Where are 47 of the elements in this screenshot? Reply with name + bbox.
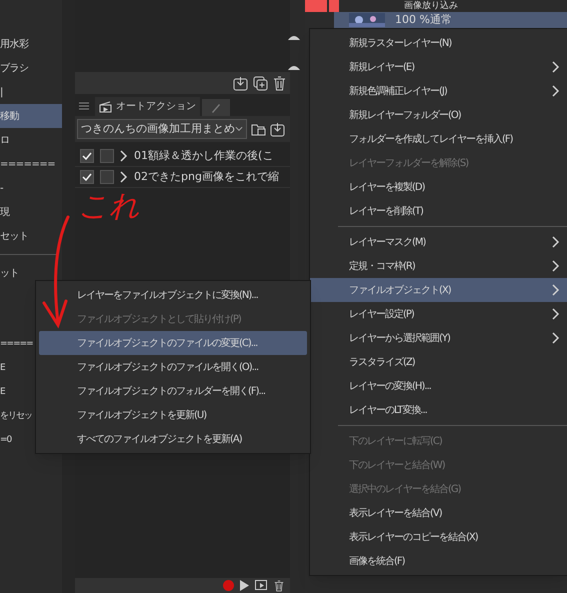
tool-item[interactable]: ロ (0, 128, 10, 152)
menu-item[interactable]: レイヤーマスク(M) (310, 230, 567, 254)
tool-item[interactable]: ット (0, 261, 19, 285)
action-label[interactable]: 01額緑＆透かし作業の後(こ (134, 148, 274, 164)
tool-item[interactable]: をリセッ (0, 405, 32, 429)
tool-item[interactable]: E (0, 357, 5, 381)
action-set-dropdown[interactable]: つきのんちの画像加工用まとめ (77, 119, 247, 139)
menu-item[interactable]: 表示レイヤーを結合(V) (310, 501, 567, 525)
action-label[interactable]: 02できたpng画像をこれで縮 (134, 168, 279, 186)
layer-row[interactable]: 100 %通常 (334, 12, 567, 28)
folder-name[interactable]: 画像放り込み (404, 1, 458, 11)
auto-action-tab[interactable]: オートアクション (95, 97, 200, 116)
menu-item[interactable]: 定規・コマ枠(R) (310, 254, 567, 278)
menu-item[interactable]: レイヤーの変換(H)... (310, 374, 567, 398)
menu-item[interactable]: フォルダーを作成してレイヤーを挿入(F) (310, 127, 567, 151)
tool-item[interactable]: セット (0, 224, 28, 248)
menu-item[interactable]: ファイルオブジェクトのフォルダーを開く(F)... (39, 379, 307, 403)
menu-item[interactable]: レイヤーのLT変換... (310, 398, 567, 422)
layer-label: 100 %通常 (395, 12, 452, 28)
menu-item[interactable]: レイヤーをファイルオブジェクトに変換(N)... (39, 283, 307, 307)
menu-item[interactable]: レイヤーを複製(D) (310, 175, 567, 199)
tool-item[interactable]: ======= (0, 152, 56, 176)
tool-item[interactable]: | (0, 80, 3, 104)
menu-item[interactable]: 画像を統合(F) (310, 549, 567, 573)
tool-item[interactable]: 用水彩 (0, 32, 28, 56)
menu-item[interactable]: レイヤー設定(P) (310, 302, 567, 326)
menu-item[interactable]: 新規色調補正レイヤー(J) (310, 79, 567, 103)
tool-item[interactable]: ブラシ (0, 56, 28, 80)
menu-item[interactable]: ファイルオブジェクト(X) (310, 278, 567, 302)
menu-item[interactable]: 新規ラスターレイヤー(N) (310, 31, 567, 55)
handwritten-note: これ (78, 190, 140, 224)
menu-item[interactable]: 新規レイヤー(E) (310, 55, 567, 79)
tool-item[interactable]: - (0, 176, 4, 200)
tool-item[interactable]: ===== (0, 333, 33, 357)
menu-item[interactable]: 表示レイヤーのコピーを結合(X) (310, 525, 567, 549)
menu-item[interactable]: ファイルオブジェクトのファイルの変更(C)... (39, 331, 307, 355)
tool-item[interactable]: 現 (0, 200, 10, 224)
tool-item[interactable]: 移動 (0, 104, 62, 128)
menu-item[interactable]: すべてのファイルオブジェクトを更新(A) (39, 427, 307, 451)
menu-item[interactable]: ファイルオブジェクトのファイルを開く(O)... (39, 355, 307, 379)
tool-item[interactable]: =0 (0, 429, 12, 453)
menu-item[interactable]: レイヤーを削除(T) (310, 199, 567, 223)
tool-item[interactable]: E (0, 381, 5, 405)
menu-item[interactable]: ラスタライズ(Z) (310, 350, 567, 374)
menu-item[interactable]: 新規レイヤーフォルダー(O) (310, 103, 567, 127)
menu-item[interactable]: ファイルオブジェクトを更新(U) (39, 403, 307, 427)
menu-item[interactable]: レイヤーから選択範囲(Y) (310, 326, 567, 350)
